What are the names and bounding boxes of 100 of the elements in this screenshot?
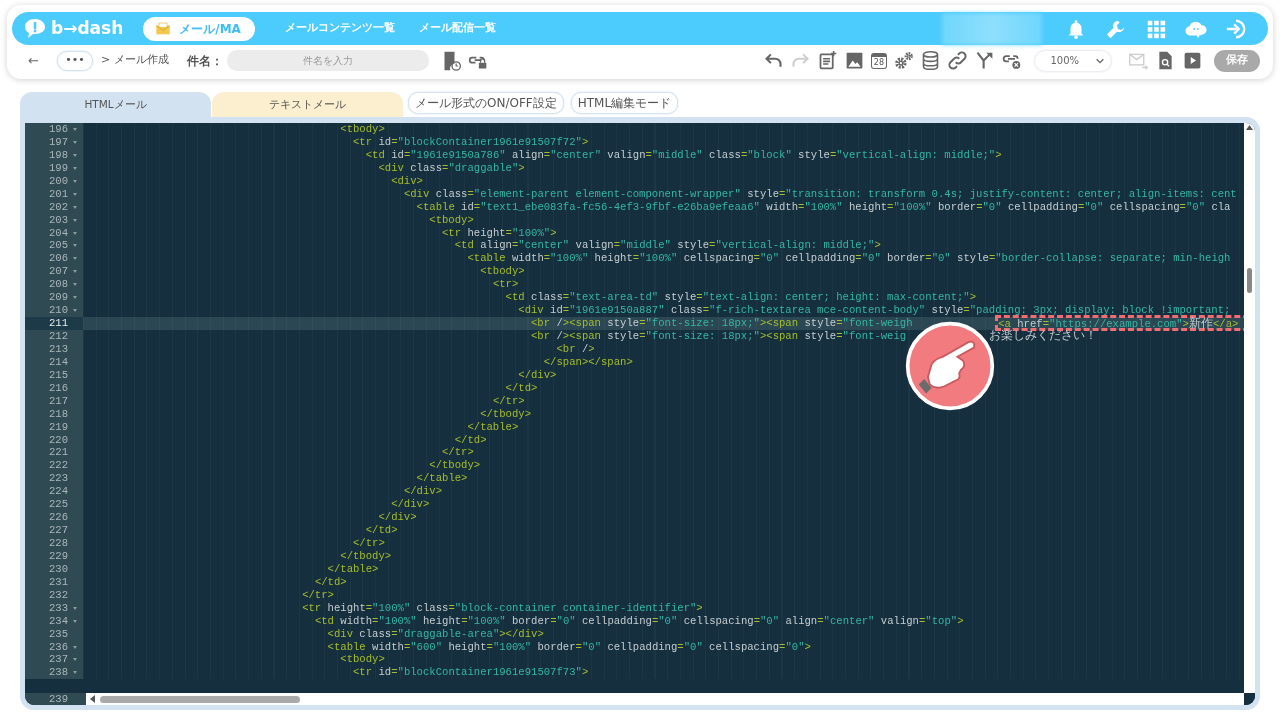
scrollbar-thumb[interactable]	[1247, 268, 1252, 293]
fold-arrow-icon[interactable]	[73, 671, 77, 675]
line-number: 199	[48, 161, 68, 174]
code-text: </div>	[402, 485, 443, 498]
chevron-down-icon	[1095, 56, 1105, 65]
code-text: <tbody>	[479, 265, 525, 278]
line-number: 230	[48, 562, 68, 575]
code-text: <td class="text-area-td" style="text-align: center; height: max-content;">	[504, 291, 977, 304]
line-number: 204	[48, 226, 68, 239]
code-text: </tbody>	[479, 407, 532, 420]
line-number: 209	[48, 291, 68, 304]
fold-arrow-icon[interactable]	[73, 192, 77, 196]
code-text: <table width="600" height="100%" border="0" cellpadding="0" cellspacing="0">	[326, 640, 811, 653]
code-text: <tr id="blockContainer1961e91507f73">	[352, 666, 589, 679]
line-number: 207	[48, 265, 68, 278]
mode-button[interactable]: メール形式のON/OFF設定	[408, 92, 564, 114]
line-number: 211	[48, 317, 68, 330]
calendar-button[interactable]: 28	[870, 52, 887, 69]
chat-bubble-icon	[22, 16, 48, 41]
line-number: 237	[48, 653, 68, 666]
line-number: 236	[48, 640, 68, 653]
code-text: </tbody>	[339, 549, 392, 562]
editor-tab[interactable]: HTMLメール	[20, 92, 211, 117]
fold-arrow-icon[interactable]	[73, 309, 77, 313]
code-text: </tr>	[301, 588, 334, 601]
mode-button[interactable]: HTML編集モード	[570, 92, 679, 114]
scrollbar-thumb[interactable]	[100, 695, 300, 703]
line-number: 235	[48, 627, 68, 640]
code-text: </tbody>	[428, 459, 481, 472]
fold-arrow-icon[interactable]	[73, 619, 77, 623]
fold-arrow-icon[interactable]	[73, 153, 77, 157]
line-number: 233	[48, 601, 68, 614]
line-number: 203	[48, 213, 68, 226]
more-button[interactable]: •••	[56, 50, 93, 71]
code-text: <td id="1961e9150a786" align="center" valign="middle" class="block" style="vertical-align: middle;">	[364, 148, 1002, 161]
code-text: <div id="1961e9150a887" class="f-rich-textarea mce-content-body" style="padding: 3px; display: block !important;	[517, 304, 1231, 317]
line-number: 210	[48, 304, 68, 317]
code-text: <div>	[390, 174, 423, 187]
editor-tab[interactable]: テキストメール	[212, 92, 403, 117]
subject-field[interactable]: 件名を入力	[226, 50, 429, 71]
fold-arrow-icon[interactable]	[73, 296, 77, 300]
line-number: 215	[48, 368, 68, 381]
zoom-select[interactable]: 100%	[1035, 50, 1111, 71]
code-text: </td>	[453, 433, 487, 446]
line-number: 196	[48, 123, 68, 135]
code-text: </td>	[364, 524, 398, 537]
gears-icon[interactable]	[893, 50, 914, 71]
line-number: 232	[48, 588, 68, 601]
code-text: </tr>	[352, 537, 385, 549]
fold-arrow-icon[interactable]	[73, 166, 77, 170]
fold-arrow-icon[interactable]	[73, 218, 77, 222]
code-text: </tr>	[441, 446, 474, 459]
line-number: 239	[48, 693, 68, 705]
back-button[interactable]: ←	[28, 50, 39, 71]
code-text: </div>	[517, 368, 557, 381]
link-icon[interactable]	[947, 50, 968, 71]
fold-arrow-icon[interactable]	[73, 128, 77, 131]
code-text: <tr>	[491, 278, 519, 291]
line-number: 201	[48, 187, 68, 200]
fold-arrow-icon[interactable]	[73, 257, 77, 261]
horizontal-scrollbar[interactable]	[86, 693, 1244, 705]
fold-arrow-icon[interactable]	[73, 244, 77, 248]
line-number: 216	[48, 381, 68, 394]
database-icon[interactable]	[920, 50, 941, 71]
fold-arrow-icon[interactable]	[73, 645, 77, 649]
code-text: <div class="draggable-area"></div>	[326, 627, 544, 640]
code-text: <table width="100%" height="100%" cellspacing="0" cellpadding="0" border="0" style="border-collapse: separate; min-heigh	[466, 252, 1231, 265]
code-text: </td>	[504, 381, 538, 394]
fold-arrow-icon[interactable]	[73, 205, 77, 209]
line-number: 218	[48, 407, 68, 420]
scroll-up-arrow-icon[interactable]	[1244, 123, 1255, 132]
code-text: </div>	[377, 511, 417, 524]
fold-arrow-icon[interactable]	[73, 270, 77, 274]
play-icon[interactable]	[1182, 50, 1203, 71]
code-text: <tbody>	[339, 123, 385, 135]
vertical-scrollbar[interactable]	[1244, 123, 1255, 693]
scroll-left-arrow-icon[interactable]	[90, 695, 96, 703]
line-number: 223	[48, 472, 68, 485]
fold-arrow-icon[interactable]	[73, 283, 77, 287]
line-number: 208	[48, 278, 68, 291]
code-text: <tbody>	[339, 653, 385, 666]
code-text: <td align="center" valign="middle" style="vertical-align: middle;">	[453, 239, 881, 252]
code-text: </div>	[390, 498, 430, 511]
merge-arrows-icon[interactable]	[974, 50, 995, 71]
line-number: 222	[48, 459, 68, 472]
code-text: <a href="https://example.com">新作</a>	[998, 318, 1239, 331]
fold-arrow-icon[interactable]	[73, 658, 77, 662]
line-number: 219	[48, 420, 68, 433]
fold-arrow-icon[interactable]	[73, 606, 77, 610]
line-number: 238	[48, 666, 68, 679]
fold-arrow-icon[interactable]	[73, 179, 77, 183]
code-text: </table>	[415, 472, 468, 485]
line-number: 217	[48, 394, 68, 407]
line-number: 224	[48, 485, 68, 498]
code-text: <br /><span style="font-size: 18px;"><span style="font-weigh	[530, 317, 913, 330]
line-number: 221	[48, 446, 68, 459]
fold-arrow-icon[interactable]	[73, 140, 77, 144]
line-number: 228	[48, 537, 68, 549]
fold-arrow-icon[interactable]	[73, 231, 77, 235]
sign-in-icon[interactable]	[1225, 17, 1247, 40]
